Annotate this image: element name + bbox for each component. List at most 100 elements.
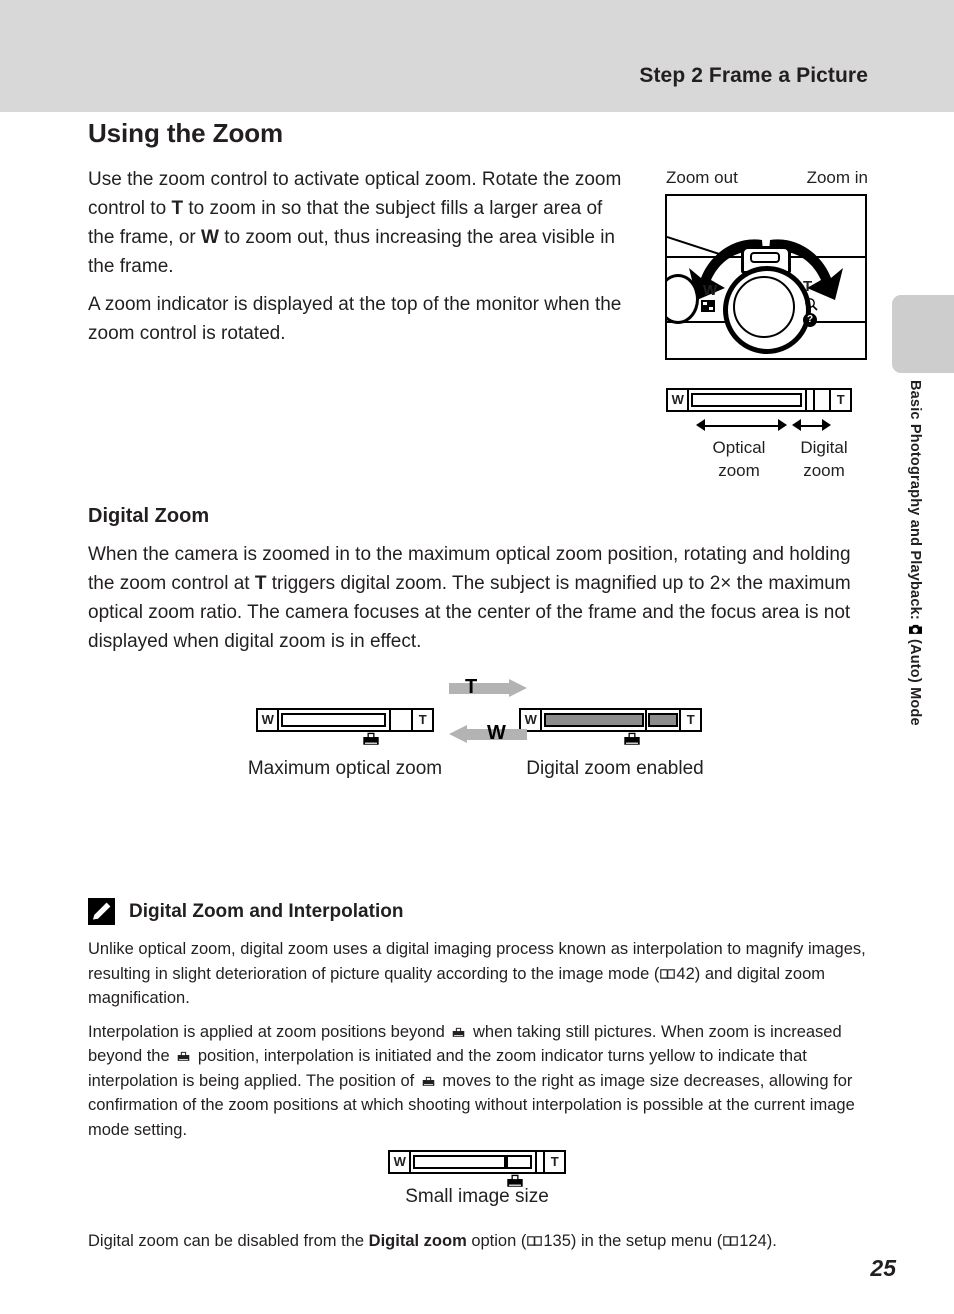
- small-image-size-bar: W T: [388, 1150, 566, 1187]
- intro-paragraph-2: A zoom indicator is displayed at the top…: [88, 294, 622, 344]
- max-optical-tele-cap: T: [411, 710, 432, 730]
- interpolation-marker-icon: [361, 732, 381, 746]
- small-image-optical-segment: [413, 1155, 506, 1169]
- zoom-out-label: Zoom out: [666, 168, 738, 187]
- tele-arrow-shaft: [449, 683, 509, 694]
- digital-zoom-section: Digital Zoom When the camera is zoomed i…: [88, 505, 878, 665]
- footer-c: ) in the setup menu (: [570, 1232, 723, 1250]
- footer-ref2: 124: [739, 1232, 767, 1250]
- max-optical-zoom-caption: Maximum optical zoom: [247, 758, 443, 779]
- digital-zoom-heading: Digital Zoom: [88, 505, 210, 527]
- chapter-tab-label-part2: (Auto) Mode: [907, 638, 923, 726]
- chapter-tab-label: Basic Photography and Playback: (Auto) M…: [893, 380, 923, 810]
- note-p2-a: Interpolation is applied at zoom positio…: [88, 1022, 450, 1041]
- intro-p1-wide-letter: W: [201, 227, 219, 248]
- interpolation-marker-icon: [176, 1046, 191, 1061]
- footer-option-name: Digital zoom: [368, 1232, 467, 1250]
- note-paragraph-2: Interpolation is applied at zoom positio…: [88, 1020, 878, 1143]
- chapter-tab-label-part1: Basic Photography and Playback:: [907, 380, 923, 620]
- digital-enabled-tele-cap: T: [679, 710, 700, 730]
- help-icon: ?: [803, 313, 817, 327]
- book-reference-icon: [660, 963, 676, 979]
- page-header-title: Step 2 Frame a Picture: [639, 64, 868, 87]
- book-reference-icon: [527, 1233, 543, 1246]
- digital-enabled-track: [542, 710, 679, 730]
- small-image-wide-cap: W: [390, 1152, 411, 1172]
- tele-arrow-head: [509, 679, 527, 697]
- page-number: 25: [870, 1255, 896, 1281]
- note-header: Digital Zoom and Interpolation: [88, 898, 878, 925]
- zoom-indicator-figure: W T Optical zoom Digital zoom: [666, 388, 852, 490]
- footer-d: ).: [766, 1232, 777, 1250]
- interpolation-marker-icon: [451, 1022, 466, 1037]
- interpolation-marker-icon: [421, 1071, 436, 1086]
- note-title: Digital Zoom and Interpolation: [129, 900, 404, 922]
- page-header-band: [0, 0, 954, 112]
- camera-illustration: W T ?: [665, 194, 867, 360]
- optical-digital-divider: [805, 390, 807, 410]
- optical-zoom-label-line1: Optical: [712, 438, 766, 457]
- small-image-bar-frame: W T: [388, 1150, 566, 1174]
- intro-p1-tele-letter: T: [171, 198, 184, 219]
- footer-ref1: 135: [543, 1232, 571, 1250]
- footer-a: Digital zoom can be disabled from the: [88, 1232, 369, 1250]
- tele-direction-arrow: T: [449, 676, 527, 698]
- zoom-in-label: Zoom in: [806, 168, 868, 187]
- book-reference-icon: [723, 1233, 739, 1246]
- wide-direction-arrow: W: [449, 722, 527, 744]
- note-p1-ref: 42: [676, 964, 695, 983]
- tele-arrow-letter: T: [465, 676, 478, 698]
- footer-note-line: Digital zoom can be disabled from the Di…: [88, 1232, 878, 1251]
- small-image-extra-segment: [506, 1155, 532, 1169]
- optical-arrow-shaft: [704, 425, 780, 427]
- max-optical-track: [279, 710, 411, 730]
- small-image-track: [411, 1152, 543, 1172]
- max-optical-divider: [389, 710, 391, 730]
- digital-zoom-start-notch: [813, 390, 815, 410]
- digital-zoom-label-line2: zoom: [803, 461, 845, 480]
- zoom-range-arrows: [666, 416, 852, 436]
- zoom-bar-track: [689, 390, 829, 410]
- pencil-note-icon: [88, 898, 115, 925]
- page-title: Using the Zoom: [88, 118, 284, 148]
- small-image-divider: [535, 1152, 537, 1172]
- note-paragraph-1: Unlike optical zoom, digital zoom uses a…: [88, 937, 878, 1011]
- max-optical-segment: [281, 713, 386, 727]
- wide-arrow-letter: W: [487, 722, 506, 744]
- wide-arrow-head: [449, 725, 467, 743]
- magnify-icon: [804, 297, 818, 314]
- small-image-tele-cap: T: [543, 1152, 564, 1172]
- interpolation-marker-icon: [622, 732, 642, 746]
- footer-b: option (: [466, 1232, 527, 1250]
- zoom-range-labels: Optical zoom Digital zoom: [666, 436, 852, 490]
- thumbnail-view-icon: [701, 300, 715, 312]
- digital-zoom-paragraph: When the camera is zoomed in to the maxi…: [88, 540, 878, 656]
- zoom-bar-wide-cap: W: [668, 390, 689, 410]
- digital-arrow-head-right: [822, 419, 831, 431]
- digital-zoom-enabled-bar: W T: [519, 708, 702, 745]
- max-optical-zoom-bar: W T: [256, 708, 434, 745]
- zoom-control-ring-inner: [733, 276, 795, 338]
- optical-arrow-head-right: [778, 419, 787, 431]
- intro-paragraph-1: Use the zoom control to activate optical…: [88, 165, 633, 281]
- optical-zoom-segment: [691, 393, 802, 407]
- dial-wide-letter: W: [703, 282, 718, 299]
- digital-zoom-label-line1: Digital: [800, 438, 848, 457]
- zoom-bar-tele-cap: T: [829, 390, 850, 410]
- camera-zoom-control-figure: Zoom out Zoom in W T ?: [662, 168, 872, 360]
- camera-figure-captions: Zoom out Zoom in: [662, 168, 872, 194]
- chapter-tab-marker: [892, 295, 954, 373]
- digital-enabled-divider: [645, 710, 647, 730]
- zoom-indicator-bar: W T: [666, 388, 852, 412]
- note-block: Digital Zoom and Interpolation Unlike op…: [88, 898, 878, 1151]
- camera-auto-icon: [907, 623, 923, 636]
- small-image-size-caption: Small image size: [405, 1186, 549, 1207]
- max-optical-wide-cap: W: [258, 710, 279, 730]
- digital-enabled-digital-segment-filled: [648, 713, 678, 727]
- max-optical-bar-frame: W T: [256, 708, 434, 732]
- digital-arrow-shaft: [800, 425, 824, 427]
- intro-column: Use the zoom control to activate optical…: [88, 165, 633, 348]
- digital-zoom-enabled-caption: Digital zoom enabled: [526, 758, 704, 779]
- digital-enabled-bar-frame: W T: [519, 708, 702, 732]
- dial-tele-letter: T: [803, 278, 813, 295]
